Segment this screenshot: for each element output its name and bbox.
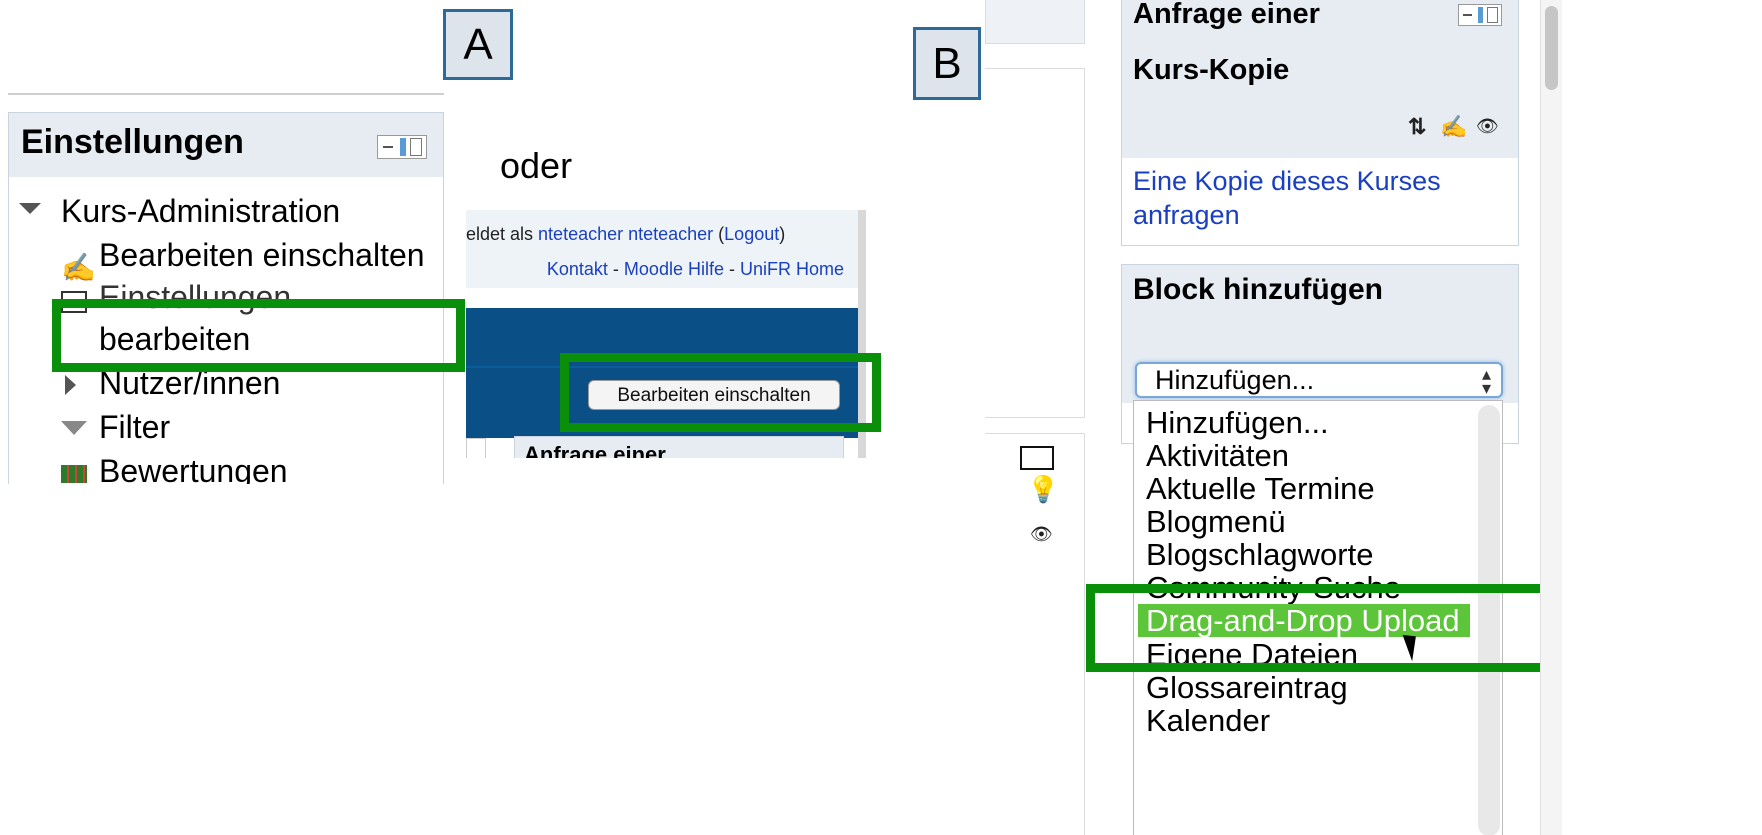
edit-pencil-icon[interactable]: ✍ bbox=[1440, 114, 1467, 140]
dropdown-option-8[interactable]: Glossareintrag bbox=[1146, 670, 1348, 706]
dropdown-option-1[interactable]: Aktivitäten bbox=[1146, 438, 1289, 474]
page-scrollbar-track[interactable] bbox=[1540, 0, 1562, 835]
filter-link[interactable]: Filter bbox=[99, 409, 170, 446]
copy-block-title-1: Anfrage einer bbox=[1133, 0, 1320, 30]
pencil-edit-icon: ✍ bbox=[61, 252, 96, 283]
page-column-top bbox=[985, 0, 1085, 44]
label-b: B bbox=[913, 27, 981, 100]
page-scrollbar-thumb[interactable] bbox=[1545, 6, 1558, 90]
add-block-title: Block hinzufügen bbox=[1133, 273, 1383, 306]
peek-block-title: Anfrage einer bbox=[524, 442, 666, 458]
eye-icon[interactable]: 👁 bbox=[1476, 116, 1499, 137]
user-link[interactable]: nteteacher nteteacher bbox=[538, 224, 713, 244]
highlight-edit-button bbox=[560, 353, 881, 432]
moodle-help-link[interactable]: Moodle Hilfe bbox=[624, 259, 724, 279]
logout-open: ( bbox=[713, 224, 725, 244]
highlight-edit-settings bbox=[52, 299, 465, 372]
copy-request-link-1[interactable]: Eine Kopie dieses Kurses bbox=[1133, 166, 1441, 197]
grades-table-icon bbox=[61, 465, 87, 483]
move-arrows-icon[interactable]: ⇅ bbox=[1408, 114, 1426, 140]
page-column-box bbox=[985, 68, 1085, 418]
header-links: Kontakt - Moodle Hilfe - UniFR Home bbox=[547, 259, 844, 280]
login-info: eldet als nteteacher nteteacher (Logout) bbox=[466, 224, 785, 245]
unifr-home-link[interactable]: UniFR Home bbox=[740, 259, 844, 279]
dropdown-option-4[interactable]: Blogschlagworte bbox=[1146, 537, 1373, 573]
contact-link[interactable]: Kontakt bbox=[547, 259, 608, 279]
label-a: A bbox=[443, 9, 513, 80]
expand-right-icon[interactable] bbox=[65, 375, 76, 395]
sep-1: - bbox=[607, 259, 624, 279]
edit-on-link[interactable]: Bearbeiten einschalten bbox=[99, 237, 425, 274]
add-block-select[interactable]: Hinzufügen... ▴ ▾ bbox=[1135, 362, 1503, 398]
dropdown-option-0[interactable]: Hinzufügen... bbox=[1146, 405, 1329, 441]
settings-block: Einstellungen Kurs-Administration ✍ Bear… bbox=[8, 112, 444, 484]
kurs-administration-item[interactable]: Kurs-Administration bbox=[61, 193, 340, 230]
dropdown-option-9[interactable]: Kalender bbox=[1146, 703, 1270, 739]
oder-text: oder bbox=[500, 145, 573, 186]
settings-block-title: Einstellungen bbox=[21, 123, 244, 161]
dock-block-icon-b[interactable] bbox=[1458, 4, 1502, 26]
login-prefix: eldet als bbox=[466, 224, 539, 244]
logout-close: ) bbox=[779, 224, 786, 244]
highlight-drag-drop-option bbox=[1086, 584, 1554, 672]
copy-request-link-2[interactable]: anfragen bbox=[1133, 200, 1240, 231]
copy-block-title-2: Kurs-Kopie bbox=[1133, 54, 1290, 86]
expand-down-icon[interactable] bbox=[19, 203, 41, 214]
eye-icon-left[interactable]: 👁 bbox=[1030, 524, 1053, 545]
square-icon[interactable] bbox=[1020, 446, 1054, 470]
dock-block-icon[interactable] bbox=[377, 135, 427, 159]
filter-funnel-icon bbox=[61, 421, 87, 435]
lightbulb-icon[interactable]: 💡 bbox=[1027, 474, 1059, 505]
logout-link[interactable]: Logout bbox=[724, 224, 779, 244]
dropdown-option-2[interactable]: Aktuelle Termine bbox=[1146, 471, 1375, 507]
settings-block-divider bbox=[8, 93, 444, 95]
select-arrows-icon: ▴ ▾ bbox=[1481, 364, 1491, 398]
dropdown-option-3[interactable]: Blogmenü bbox=[1146, 504, 1286, 540]
copy-request-block: Anfrage einer Kurs-Kopie ⇅ ✍ 👁 Eine Kopi… bbox=[1121, 0, 1519, 246]
grades-link[interactable]: Bewertungen bbox=[99, 453, 288, 484]
select-value: Hinzufügen... bbox=[1155, 365, 1315, 395]
sep-2: - bbox=[723, 259, 740, 279]
left-column-edge bbox=[466, 438, 486, 458]
